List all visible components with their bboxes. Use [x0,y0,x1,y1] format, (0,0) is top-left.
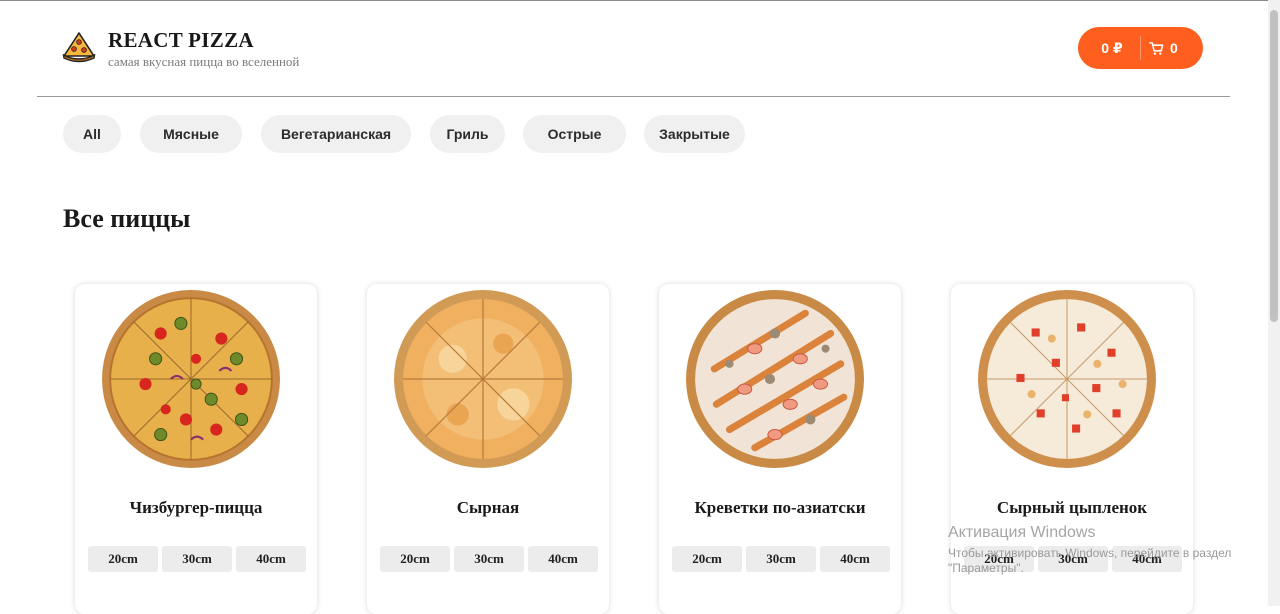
category-meat[interactable]: Мясные [140,115,242,153]
size-option-20[interactable]: 20cm [88,546,158,572]
pizza-name: Чизбургер-пицца [129,498,263,517]
category-list: All Мясные Вегетарианская Гриль Острые З… [63,115,745,153]
page-scrollbar[interactable] [1268,0,1280,606]
cart-icon [1149,41,1164,55]
category-closed[interactable]: Закрытые [644,115,745,153]
size-option-40[interactable]: 40cm [820,546,890,572]
pizza-image-shrimp [686,290,864,468]
pizza-name: Сырная [456,498,520,517]
pizza-logo-icon [62,32,96,63]
category-grill[interactable]: Гриль [430,115,505,153]
cart-item-count: 0 [1170,40,1178,56]
pizza-card: Чизбургер-пицца 20cm 30cm 40cm [75,284,317,614]
pizza-image-chicken [978,290,1156,468]
size-selector: 20cm 30cm 40cm [88,546,306,572]
window-top-border [0,0,1268,1]
pizza-card: Сырный цыпленок 20cm 30cm 40cm [951,284,1193,614]
size-option-30[interactable]: 30cm [746,546,816,572]
pizza-name: Креветки по-азиатски [694,498,866,517]
size-option-30[interactable]: 30cm [454,546,524,572]
size-option-40[interactable]: 40cm [528,546,598,572]
cart-total-price: 0 ₽ [1101,39,1123,56]
size-option-20[interactable]: 20cm [964,546,1034,572]
category-spicy[interactable]: Острые [523,115,626,153]
size-selector: 20cm 30cm 40cm [672,546,890,572]
cart-button[interactable]: 0 ₽ 0 [1078,27,1203,69]
size-option-20[interactable]: 20cm [672,546,742,572]
category-vegetarian[interactable]: Вегетарианская [261,115,411,153]
brand-subtitle: самая вкусная пицца во вселенной [108,54,300,69]
section-title: Все пиццы [63,204,191,233]
size-option-30[interactable]: 30cm [1038,546,1108,572]
size-selector: 20cm 30cm 40cm [380,546,598,572]
size-option-30[interactable]: 30cm [162,546,232,572]
pizza-card: Креветки по-азиатски 20cm 30cm 40cm [659,284,901,614]
size-selector: 20cm 30cm 40cm [964,546,1182,572]
pizza-image-cheeseburger [102,290,280,468]
pizza-name: Сырный цыпленок [996,498,1148,517]
pizza-card: Сырная 20cm 30cm 40cm [367,284,609,614]
pizza-image-cheese [394,290,572,468]
size-option-40[interactable]: 40cm [236,546,306,572]
size-option-40[interactable]: 40cm [1112,546,1182,572]
category-all[interactable]: All [63,115,121,153]
header-divider [37,96,1230,97]
size-option-20[interactable]: 20cm [380,546,450,572]
brand-title: REACT PIZZA [108,28,254,52]
scrollbar-thumb[interactable] [1270,10,1278,322]
